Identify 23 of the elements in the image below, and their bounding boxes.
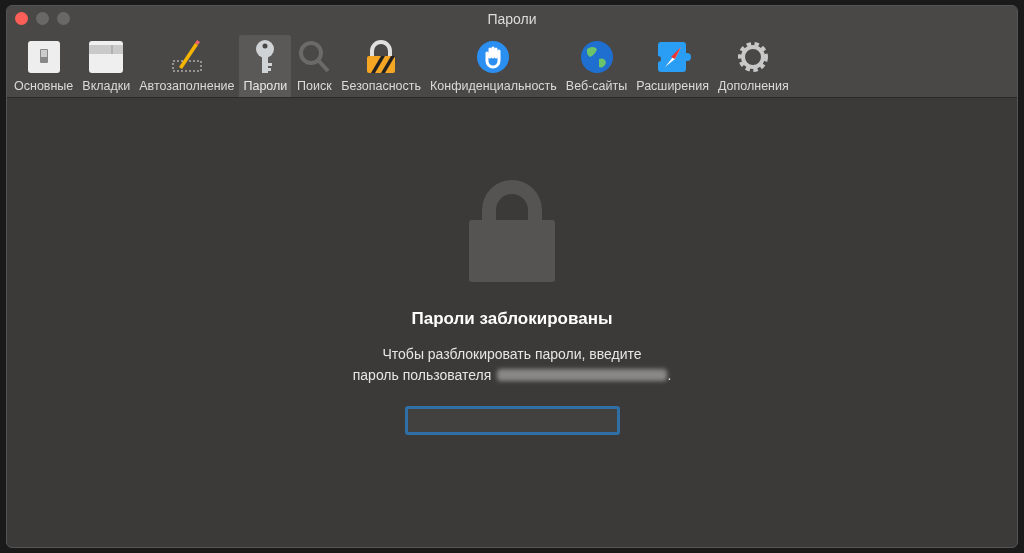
toolbar-tab[interactable]: Веб-сайты	[561, 35, 632, 97]
message-text: .	[667, 365, 672, 385]
message-text: Чтобы разблокировать пароли, введите	[382, 344, 642, 364]
zoom-button[interactable]	[57, 12, 70, 25]
password-field[interactable]	[404, 405, 620, 435]
toolbar-tab[interactable]: Конфиденциальность	[426, 35, 561, 97]
hand-icon	[475, 39, 512, 75]
globe-icon	[578, 39, 615, 75]
toolbar-tab[interactable]: Поиск	[292, 35, 337, 97]
toolbar-tab[interactable]: Безопасность	[337, 35, 426, 97]
switch-icon	[25, 39, 62, 75]
close-button[interactable]	[15, 12, 28, 25]
tabs-window-icon	[88, 39, 125, 75]
toolbar-tab[interactable]: Расширения	[632, 35, 713, 97]
message-text: пароль пользователя	[352, 365, 492, 385]
toolbar-tab[interactable]: Вкладки	[78, 35, 135, 97]
toolbar-tab[interactable]: Пароли	[239, 35, 292, 97]
window-title: Пароли	[487, 10, 537, 30]
minimize-button[interactable]	[36, 12, 49, 25]
toolbar-tab[interactable]: Основные	[10, 35, 78, 97]
toolbar-tab[interactable]: Дополнения	[713, 35, 793, 97]
locked-heading: Пароли заблокированы	[411, 308, 613, 330]
toolbar-tab[interactable]: Автозаполнение	[135, 35, 239, 97]
